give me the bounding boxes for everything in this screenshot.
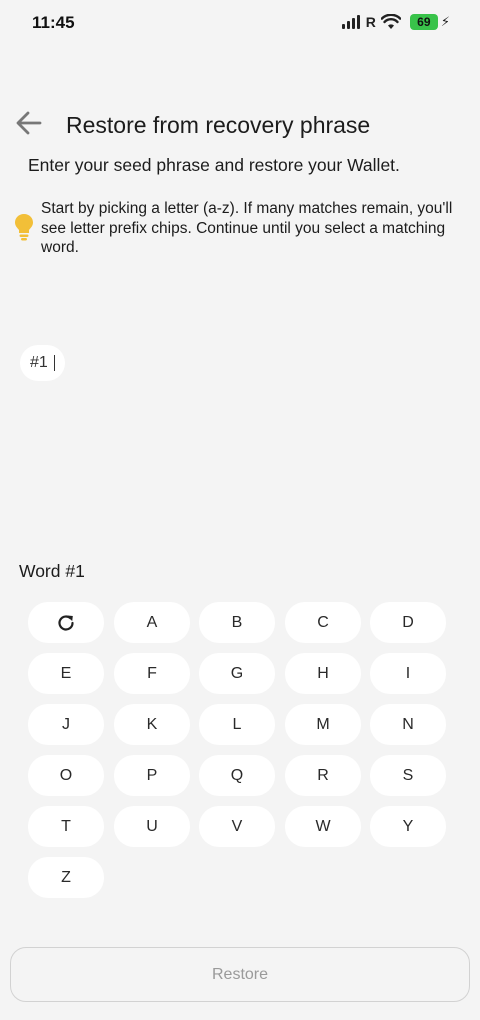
- letter-key-w[interactable]: W: [285, 806, 361, 847]
- letter-key-r[interactable]: R: [285, 755, 361, 796]
- word-chip-label: #1: [30, 354, 48, 371]
- letter-key-c[interactable]: C: [285, 602, 361, 643]
- letter-key-t[interactable]: T: [28, 806, 104, 847]
- letter-key-e[interactable]: E: [28, 653, 104, 694]
- battery-level: 69: [409, 14, 438, 30]
- text-cursor: [53, 355, 55, 371]
- letter-key-n[interactable]: N: [370, 704, 446, 745]
- letter-key-h[interactable]: H: [285, 653, 361, 694]
- letter-key-j[interactable]: J: [28, 704, 104, 745]
- letter-key-y[interactable]: Y: [370, 806, 446, 847]
- charging-bolt-icon: ⚡: [440, 14, 450, 29]
- header: Restore from recovery phrase: [0, 104, 480, 144]
- letter-key-f[interactable]: F: [114, 653, 190, 694]
- current-word-label: Word #1: [19, 561, 85, 581]
- word-chip[interactable]: #1: [20, 345, 65, 381]
- letter-key-p[interactable]: P: [114, 755, 190, 796]
- letter-key-i[interactable]: I: [370, 653, 446, 694]
- letter-key-b[interactable]: B: [199, 602, 275, 643]
- letter-key-l[interactable]: L: [199, 704, 275, 745]
- letter-key-g[interactable]: G: [199, 653, 275, 694]
- wifi-icon: [380, 14, 401, 29]
- letter-key-a[interactable]: A: [114, 602, 190, 643]
- restore-button[interactable]: Restore: [10, 947, 470, 1002]
- subtitle: Enter your seed phrase and restore your …: [28, 155, 400, 175]
- restore-screen: 11:45 R 69 ⚡ Restore from recovery phras…: [0, 0, 480, 1020]
- lightbulb-icon: [15, 214, 33, 241]
- status-icons: R 69 ⚡: [341, 14, 450, 30]
- letter-key-q[interactable]: Q: [199, 755, 275, 796]
- refresh-icon: [58, 614, 74, 631]
- letter-key-v[interactable]: V: [199, 806, 275, 847]
- letter-key-d[interactable]: D: [370, 602, 446, 643]
- letter-key-s[interactable]: S: [370, 755, 446, 796]
- page-title: Restore from recovery phrase: [66, 112, 371, 138]
- roaming-indicator: R: [365, 14, 376, 30]
- letter-key-k[interactable]: K: [114, 704, 190, 745]
- status-bar: 11:45 R 69 ⚡: [0, 0, 480, 48]
- signal-icon: [341, 15, 360, 29]
- status-time: 11:45: [32, 13, 75, 32]
- letter-key-u[interactable]: U: [114, 806, 190, 847]
- letter-key-m[interactable]: M: [285, 704, 361, 745]
- reset-key[interactable]: [28, 602, 104, 643]
- tip-text: Start by picking a letter (a-z). If many…: [41, 200, 453, 256]
- letter-key-o[interactable]: O: [28, 755, 104, 796]
- arrow-left-icon[interactable]: [14, 108, 44, 138]
- letter-key-z[interactable]: Z: [28, 857, 104, 898]
